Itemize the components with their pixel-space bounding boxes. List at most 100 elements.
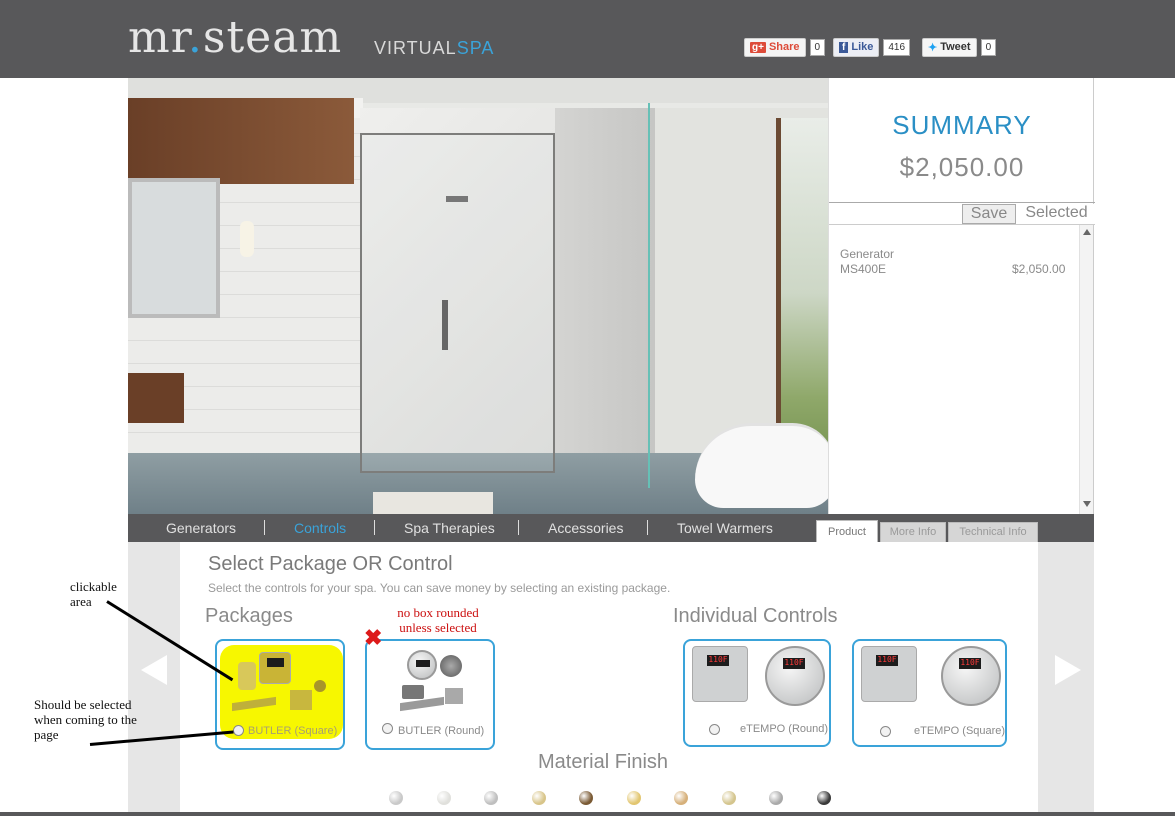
summary-panel: SUMMARY $2,050.00 Save Selected Generato… (828, 78, 1095, 515)
individual-controls-title: Individual Controls (673, 605, 838, 627)
nav-item-controls[interactable]: Controls (294, 520, 346, 536)
scene-shower-glass (360, 133, 555, 473)
package-radio-butler-square[interactable] (233, 725, 244, 736)
packages-title: Packages (205, 605, 293, 627)
butler-round-control-icon (407, 650, 437, 680)
selected-tab[interactable]: Selected (1018, 204, 1095, 224)
etempo-square-panel-icon: 110F (861, 646, 917, 702)
package-label-butler-square: BUTLER (Square) (248, 725, 338, 737)
control-radio-etempo-square[interactable] (880, 726, 891, 737)
scene-sconce (240, 221, 254, 257)
annotation-no-box-line2: unless selected (399, 620, 477, 635)
finish-swatch[interactable] (579, 791, 593, 805)
annotation-selected-line3: page (34, 727, 59, 742)
summary-title: SUMMARY (892, 110, 1032, 140)
save-button[interactable]: Save (962, 204, 1016, 224)
twitter-tweet-count: 0 (980, 38, 997, 56)
nav-item-towel-warmers[interactable]: Towel Warmers (677, 520, 773, 536)
twitter-tweet-label: Tweet (940, 41, 971, 53)
butler-square-control-icon (259, 652, 291, 684)
material-finish-title: Material Finish (538, 751, 669, 773)
section-heading: Select Package OR Control (208, 553, 453, 575)
finish-swatch[interactable] (721, 791, 736, 805)
annotation-selected-line1: Should be selected (34, 697, 132, 712)
butler-round-display (416, 660, 430, 667)
finish-swatch[interactable] (531, 791, 546, 805)
finish-swatch[interactable] (484, 791, 498, 805)
control-radio-etempo-round[interactable] (709, 724, 720, 735)
twitter-bird-icon: ✦ (928, 41, 938, 54)
finish-swatch[interactable] (674, 791, 688, 805)
category-nav-bar: Generators Controls Spa Therapies Access… (128, 514, 1094, 542)
butler-generator-icon (238, 662, 256, 690)
nav-item-generators[interactable]: Generators (166, 520, 236, 536)
scene-bathtub (695, 423, 828, 508)
tab-technical-info[interactable]: Technical Info (948, 522, 1038, 542)
gplus-icon: g+ (750, 41, 766, 53)
scene-door-handle (442, 300, 448, 350)
nav-separator (374, 520, 375, 535)
facebook-like-label: Like (851, 41, 874, 53)
facebook-icon: f (839, 41, 849, 53)
facebook-like-widget: f Like 416 (833, 37, 911, 57)
twitter-tweet-button[interactable]: ✦ Tweet (922, 37, 977, 57)
annotation-selected-line2: when coming to the (34, 712, 137, 727)
nav-item-spa-therapies[interactable]: Spa Therapies (404, 520, 495, 536)
summary-scrollbar[interactable] (1079, 225, 1093, 515)
logo-steam: steam (202, 12, 343, 63)
butler-valve-icon (290, 690, 312, 710)
tab-more-info[interactable]: More Info (880, 522, 946, 542)
butler-steamhead-icon (314, 680, 326, 692)
carousel-left-rail (128, 542, 180, 816)
scene-mirror (128, 178, 220, 318)
etempo-square-display: 110F (876, 655, 898, 666)
finish-swatch[interactable] (816, 791, 831, 805)
etempo-display: 110F (707, 655, 729, 666)
etempo-round-display: 110F (783, 658, 805, 669)
tab-product[interactable]: Product (816, 520, 878, 542)
bottom-border (0, 812, 1175, 816)
butler-display (267, 658, 284, 667)
nav-separator (647, 520, 648, 535)
next-arrow-icon[interactable] (1055, 655, 1081, 685)
mrsteam-logo[interactable]: mr.steam (128, 14, 342, 62)
gplus-share-button[interactable]: g+ Share (744, 37, 806, 57)
twitter-tweet-widget: ✦ Tweet 0 (922, 37, 997, 57)
facebook-like-button[interactable]: f Like (833, 37, 880, 57)
wordmark-virtual: VIRTUAL (374, 38, 457, 58)
finish-swatch[interactable] (389, 791, 403, 805)
selected-items-list[interactable]: Generator MS400E $2,050.00 (829, 224, 1095, 515)
summary-item-category: Generator (840, 247, 895, 261)
scene-vanity (128, 373, 184, 423)
summary-item-price: $2,050.00 (1012, 262, 1066, 276)
gplus-share-widget: g+ Share 0 (744, 37, 826, 57)
scroll-up-arrow-icon[interactable] (1083, 229, 1091, 235)
butler-round-generator-icon (402, 685, 424, 699)
scroll-down-arrow-icon[interactable] (1083, 501, 1091, 507)
finish-swatch[interactable] (769, 791, 783, 805)
package-label-butler-round: BUTLER (Round) (398, 725, 485, 737)
annotation-no-box-line1: no box rounded (397, 605, 479, 620)
carousel-right-rail (1038, 542, 1094, 816)
nav-separator (518, 520, 519, 535)
section-subheading: Select the controls for your spa. You ca… (208, 581, 671, 595)
control-label-etempo-round: eTEMPO (Round) (740, 723, 829, 735)
finish-swatch[interactable] (436, 791, 451, 805)
summary-item-name: MS400E (840, 262, 887, 276)
previous-arrow-icon[interactable] (141, 655, 167, 685)
logo-dot: . (187, 12, 203, 63)
etempo-round-panel-icon: 110F (765, 646, 825, 706)
package-radio-butler-round[interactable] (382, 723, 393, 734)
virtual-spa-wordmark: VIRTUALSPA (374, 38, 494, 59)
nav-item-accessories[interactable]: Accessories (548, 520, 623, 536)
gplus-share-label: Share (768, 41, 800, 53)
control-label-etempo-square: eTEMPO (Square) (914, 725, 1006, 737)
finish-swatch[interactable] (626, 791, 641, 805)
page-root: mr.steam VIRTUALSPA g+ Share 0 f Like 416 … (0, 0, 1175, 816)
scene-wood-panel (128, 98, 354, 184)
scene-rug (373, 492, 493, 514)
facebook-like-count: 416 (883, 38, 911, 56)
scene-shower-head (446, 196, 468, 202)
logo-mr: mr (128, 12, 188, 63)
nav-separator (264, 520, 265, 535)
